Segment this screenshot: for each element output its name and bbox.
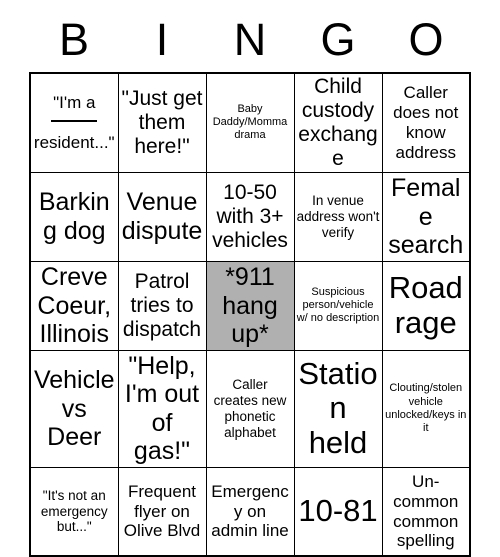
bingo-cell-b4[interactable]: Vehicle vs Deer (29, 349, 119, 468)
header-letter-o: O (408, 14, 444, 65)
bingo-cell-text: Caller does not know address (393, 83, 459, 162)
bingo-cell-text: Vehicle vs Deer (33, 366, 115, 451)
bingo-cell-b3[interactable]: Creve Coeur, Illinois (29, 260, 119, 351)
bingo-cell-n2[interactable]: 10-50 with 3+ vehicles (205, 171, 295, 262)
bingo-cell-text: "It's not an emergency but..." (40, 487, 108, 535)
bingo-cell-text: Frequent flyer on Olive Blvd (123, 481, 201, 541)
bingo-cell-i3[interactable]: Patrol tries to dispatch (117, 260, 207, 351)
header-letter-g: G (320, 14, 356, 65)
fill-in-blank-rule (51, 119, 98, 122)
bingo-cell-text: Barking dog (38, 188, 110, 245)
bingo-cell-text: "I'm a resident..." (33, 93, 116, 152)
bingo-row: "It's not an emergency but..." Frequent f… (29, 466, 471, 557)
bingo-cell-o2[interactable]: Female search (381, 171, 471, 262)
bingo-cell-text: "Help, I'm out of gas!" (124, 351, 200, 466)
bingo-cell-text: Baby Daddy/Momma drama (212, 103, 288, 142)
bingo-row: "I'm a resident..." "Just get them here!" B… (29, 72, 471, 173)
bingo-cell-n3[interactable]: *911 hang up* (205, 260, 295, 351)
bingo-cell-o5[interactable]: Un-common common spelling (381, 466, 471, 557)
bingo-cell-b1[interactable]: "I'm a resident..." (29, 72, 119, 173)
bingo-cell-text: "Just get them here!" (121, 86, 203, 158)
header-letter-b: B (58, 14, 89, 65)
bingo-cell-o1[interactable]: Caller does not know address (381, 72, 471, 173)
bingo-cell-g2[interactable]: In venue address won't verify (293, 171, 383, 262)
bingo-cell-text: Child custody exchange (298, 75, 378, 170)
bingo-row: Vehicle vs Deer "Help, I'm out of gas!" Ca… (29, 349, 471, 468)
bingo-cell-text: Caller creates new phonetic alphabet (213, 376, 287, 440)
bingo-cell-text: Female search (388, 174, 464, 259)
bingo-cell-b2[interactable]: Barking dog (29, 171, 119, 262)
bingo-cell-text-after-blank: resident..." (33, 132, 115, 152)
bingo-cell-text: 10-81 (298, 493, 378, 529)
bingo-header-row: B I N G O (30, 0, 470, 66)
bingo-cell-b5[interactable]: "It's not an emergency but..." (29, 466, 119, 557)
bingo-cell-n5[interactable]: Emergency on admin line (205, 466, 295, 557)
bingo-cell-g1[interactable]: Child custody exchange (293, 72, 383, 173)
bingo-cell-text: Emergency on admin line (211, 481, 289, 541)
bingo-row: Creve Coeur, Illinois Patrol tries to dis… (29, 260, 471, 351)
bingo-cell-g3[interactable]: Suspicious person/vehicle w/ no descript… (293, 260, 383, 351)
bingo-cell-text: In venue address won't verify (296, 192, 380, 240)
header-letter-n: N (233, 14, 267, 65)
bingo-cell-text: Road rage (388, 270, 463, 340)
bingo-cell-text: Patrol tries to dispatch (122, 269, 202, 341)
bingo-grid: "I'm a resident..." "Just get them here!" B… (29, 72, 471, 557)
bingo-cell-i5[interactable]: Frequent flyer on Olive Blvd (117, 466, 207, 557)
bingo-row: Barking dog Venue dispute 10-50 with 3+ ve… (29, 171, 471, 262)
bingo-cell-i2[interactable]: Venue dispute (117, 171, 207, 262)
bingo-cell-text: *911 hang up* (222, 263, 278, 348)
bingo-grid-body: "I'm a resident..." "Just get them here!" B… (29, 72, 471, 557)
bingo-cell-text: Clouting/stolen vehicle unlocked/keys in… (385, 382, 467, 434)
bingo-cell-text: Venue dispute (121, 188, 203, 245)
bingo-cell-n4[interactable]: Caller creates new phonetic alphabet (205, 349, 295, 468)
bingo-cell-i1[interactable]: "Just get them here!" (117, 72, 207, 173)
bingo-cell-i4[interactable]: "Help, I'm out of gas!" (117, 349, 207, 468)
bingo-cell-text: Un-common common spelling (393, 472, 459, 551)
bingo-cell-text: 10-50 with 3+ vehicles (212, 180, 288, 252)
bingo-cell-text: Creve Coeur, Illinois (37, 263, 112, 348)
bingo-cell-o4[interactable]: Clouting/stolen vehicle unlocked/keys in… (381, 349, 471, 468)
bingo-cell-g4[interactable]: Station held (293, 349, 383, 468)
header-letter-i: I (155, 14, 169, 65)
bingo-card: B I N G O "I'm a resident..." "Just get th… (0, 0, 500, 557)
bingo-cell-o3[interactable]: Road rage (381, 260, 471, 351)
bingo-cell-g5[interactable]: 10-81 (293, 466, 383, 557)
bingo-cell-text: Suspicious person/vehicle w/ no descript… (296, 285, 380, 325)
bingo-cell-text: Station held (298, 355, 378, 461)
bingo-cell-text-before-blank: "I'm a (53, 93, 96, 113)
bingo-cell-n1[interactable]: Baby Daddy/Momma drama (205, 72, 295, 173)
